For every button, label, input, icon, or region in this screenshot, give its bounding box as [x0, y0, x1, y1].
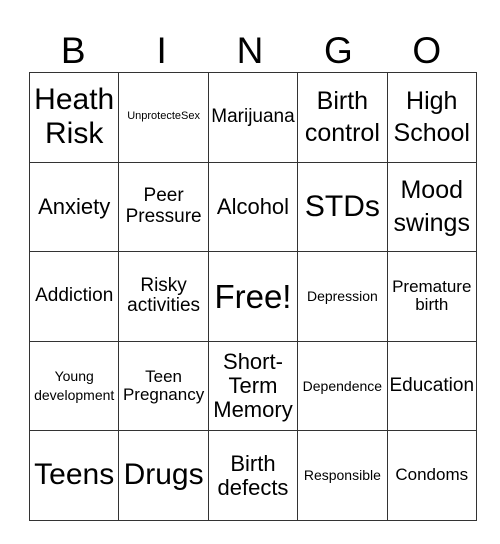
bingo-cell[interactable]: Marijuana: [207, 72, 299, 163]
bingo-cell[interactable]: STDs: [297, 161, 388, 253]
cell-label: Education: [389, 374, 475, 396]
bingo-cell[interactable]: UnprotecteSex: [118, 72, 209, 163]
cell-label: Anxiety: [38, 194, 111, 220]
bingo-cell[interactable]: Responsible: [297, 430, 388, 521]
board-row: Addiction Risky activities Free! Depress…: [28, 251, 477, 342]
free-space-cell[interactable]: Free!: [207, 251, 299, 342]
bingo-cell[interactable]: Education: [386, 340, 477, 432]
bingo-board: Heath Risk UnprotecteSex Marijuana Birth…: [28, 72, 477, 521]
cell-label: Teen Pregnancy: [122, 366, 205, 405]
cell-label: Young development: [34, 368, 115, 404]
board-row: Heath Risk UnprotecteSex Marijuana Birth…: [28, 72, 477, 163]
header-letter-o: O: [412, 30, 442, 71]
cell-label: Short-Term Memory: [213, 349, 293, 422]
bingo-cell[interactable]: Addiction: [28, 251, 120, 342]
bingo-cell[interactable]: Birth defects: [207, 430, 299, 521]
bingo-cell[interactable]: Alcohol: [207, 161, 299, 253]
bingo-cell[interactable]: Risky activities: [118, 251, 209, 342]
board-row: Young development Teen Pregnancy Short-T…: [28, 340, 477, 432]
cell-label: Dependence: [302, 377, 383, 394]
bingo-cell[interactable]: Short-Term Memory: [207, 340, 299, 432]
bingo-cell[interactable]: Young development: [28, 340, 120, 432]
cell-label: Responsible: [303, 467, 381, 484]
cell-label: STDs: [304, 189, 380, 223]
header-letter-n: N: [236, 30, 264, 71]
bingo-cell[interactable]: Teens: [28, 430, 120, 521]
bingo-cell[interactable]: Depression: [297, 251, 388, 342]
header-letter-i: I: [156, 30, 167, 71]
cell-label: Birth control: [304, 86, 380, 148]
cell-label: Marijuana: [211, 106, 295, 128]
cell-label: Peer Pressure: [125, 185, 202, 227]
bingo-cell[interactable]: Drugs: [118, 430, 209, 521]
bingo-cell[interactable]: Peer Pressure: [118, 161, 209, 253]
cell-label: Drugs: [123, 458, 204, 492]
bingo-cell[interactable]: Teen Pregnancy: [118, 340, 209, 432]
cell-label: Condoms: [395, 465, 469, 485]
cell-label: Mood swings: [393, 176, 470, 237]
cell-label: Addiction: [35, 285, 114, 307]
bingo-cell[interactable]: Anxiety: [28, 161, 120, 253]
cell-label: Depression: [306, 288, 378, 305]
cell-label: High School: [393, 86, 470, 148]
bingo-cell[interactable]: Heath Risk: [28, 72, 120, 163]
cell-label: Alcohol: [216, 194, 290, 220]
header-letter-b: B: [60, 30, 86, 71]
bingo-header: B I N G O: [29, 30, 471, 72]
cell-label: UnprotecteSex: [127, 110, 200, 123]
bingo-cell[interactable]: High School: [386, 72, 477, 163]
board-row: Anxiety Peer Pressure Alcohol STDs Mood …: [28, 161, 477, 253]
header-letter-g: G: [323, 30, 353, 71]
bingo-cell[interactable]: Dependence: [297, 340, 388, 432]
cell-label: Risky activities: [127, 274, 201, 317]
bingo-cell[interactable]: Condoms: [386, 430, 477, 521]
cell-label: Premature birth: [392, 277, 472, 315]
cell-label: Teens: [34, 458, 115, 492]
free-space-label: Free!: [214, 277, 292, 315]
cell-label: Birth defects: [217, 450, 289, 500]
board-row: Teens Drugs Birth defects Responsible Co…: [28, 430, 477, 521]
bingo-cell[interactable]: Premature birth: [386, 251, 477, 342]
bingo-cell[interactable]: Mood swings: [386, 161, 477, 253]
bingo-cell[interactable]: Birth control: [297, 72, 388, 163]
cell-label: Heath Risk: [34, 82, 115, 151]
